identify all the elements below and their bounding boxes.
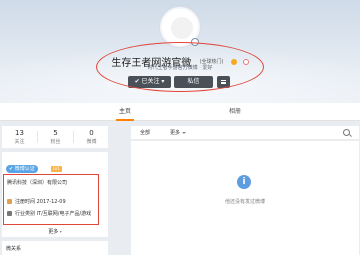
- feed-empty-message: 他还没有发过微博: [224, 199, 265, 205]
- feed-header: 全部 更多: [131, 126, 359, 140]
- chevron-down-icon: ▾: [59, 229, 62, 234]
- more-menu-button[interactable]: [217, 76, 230, 88]
- following-count[interactable]: 13 关注: [2, 129, 37, 145]
- tab-home[interactable]: 主页: [108, 103, 142, 121]
- follow-button[interactable]: ✔ 已关注 ▾: [128, 76, 171, 88]
- profile-title-row: 生存王者网游官微 (全球热门): [0, 51, 360, 69]
- followers-count[interactable]: 5 粉丝: [38, 129, 73, 145]
- more-label: 更多: [48, 229, 59, 235]
- relations-card: 微关系: [2, 241, 108, 255]
- company-name: 腾讯科技（深圳）有限公司: [7, 180, 68, 186]
- info-icon: i: [237, 175, 251, 189]
- feed-filter-all[interactable]: 全部: [140, 129, 150, 136]
- profile-tabbar: 主页 相册: [0, 103, 360, 121]
- industry-row: 行业类别 IT/互联网/电子产品/游戏: [7, 210, 91, 217]
- count-label: 粉丝: [50, 139, 61, 145]
- count-label: 微博: [86, 139, 97, 145]
- verified-icon: [191, 38, 199, 46]
- profile-actions: ✔ 已关注 ▾ 私信: [0, 76, 360, 88]
- count-value: 13: [15, 129, 24, 137]
- caret-down-icon: [182, 131, 187, 134]
- profile-info-card: ✔ 微博认证 LV1 腾讯科技（深圳）有限公司 注册时间 2017-12-09 …: [2, 152, 108, 237]
- joined-date-row: 注册时间 2017-12-09: [7, 198, 66, 205]
- level-badge: LV1: [51, 166, 63, 172]
- profile-subtitle: 时代王者手游官方微博 · 爱好: [147, 65, 213, 71]
- feed-body: i 他还没有发过微博: [131, 141, 359, 255]
- profile-cover: 生存王者网游官微 (全球热门) 时代王者手游官方微博 · 爱好 ✔ 已关注 ▾ …: [0, 0, 360, 103]
- tab-album[interactable]: 相册: [218, 103, 252, 121]
- count-value: 5: [53, 129, 58, 137]
- info-more-link[interactable]: 更多 ▾: [2, 228, 108, 235]
- search-icon[interactable]: [343, 129, 350, 136]
- relations-title: 微关系: [6, 246, 22, 252]
- message-button[interactable]: 私信: [174, 76, 213, 88]
- briefcase-icon: [7, 211, 12, 216]
- feed-more-label: 更多: [170, 130, 181, 136]
- verified-account-badge: ✔ 微博认证: [6, 165, 38, 173]
- count-label: 关注: [14, 139, 25, 145]
- count-value: 0: [89, 129, 94, 137]
- menu-icon: [221, 80, 226, 84]
- posts-count[interactable]: 0 微博: [74, 129, 109, 145]
- calendar-icon: [7, 199, 12, 204]
- profile-counts: 13 关注 5 粉丝 0 微博: [2, 126, 108, 148]
- joined-date: 注册时间 2017-12-09: [15, 199, 66, 205]
- feed-filter-more[interactable]: 更多: [170, 129, 187, 136]
- industry-text: 行业类别 IT/互联网/电子产品/游戏: [15, 211, 92, 217]
